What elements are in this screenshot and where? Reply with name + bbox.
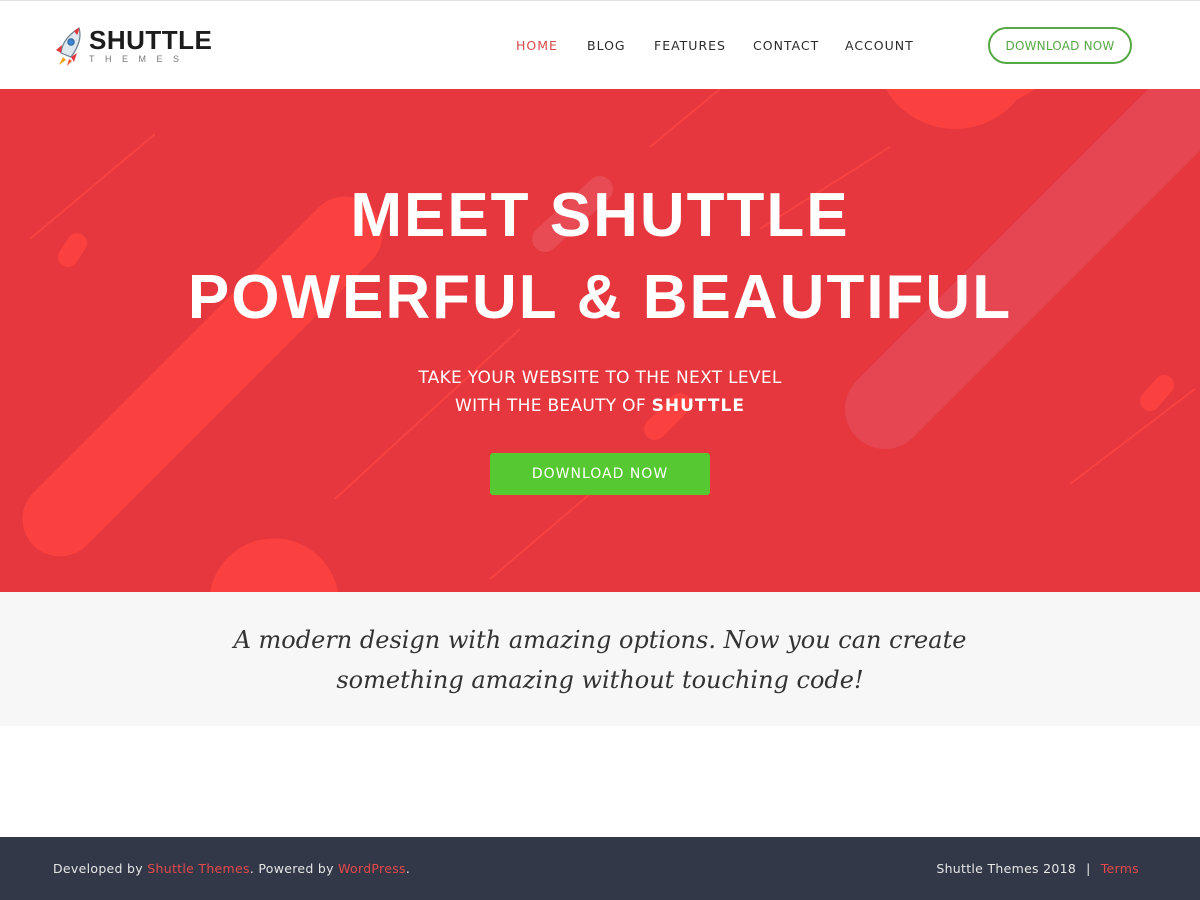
hero-subtitle-line1: TAKE YOUR WEBSITE TO THE NEXT LEVEL (418, 368, 782, 388)
footer-platform-link[interactable]: WordPress (338, 861, 406, 876)
hero-subtitle-line2: WITH THE BEAUTY OF SHUTTLE (0, 392, 1200, 420)
tagline-section: A modern design with amazing options. No… (0, 592, 1200, 726)
hero-title-line1: MEET SHUTTLE (350, 181, 850, 250)
hero-title-line2: POWERFUL & BEAUTIFUL (187, 263, 1013, 332)
footer-developed-by: Developed by (53, 861, 148, 876)
hero-subtitle: TAKE YOUR WEBSITE TO THE NEXT LEVEL WITH… (0, 364, 1200, 420)
nav-item-features[interactable]: FEATURES (654, 38, 726, 54)
tagline-line2: something amazing without touching code! (336, 666, 864, 694)
footer-terms-link[interactable]: Terms (1101, 861, 1139, 876)
footer-powered-by: . Powered by (249, 861, 339, 876)
logo-subtitle: THEMES (89, 54, 190, 64)
nav-item-contact[interactable]: CONTACT (753, 38, 819, 54)
footer-credits: Developed by Shuttle Themes. Powered by … (53, 861, 410, 876)
hero-subtitle-prefix: WITH THE BEAUTY OF (455, 396, 652, 416)
site-header: SHUTTLE THEMES HOME BLOG FEATURES CONTAC… (0, 0, 1200, 89)
tagline-text: A modern design with amazing options. No… (0, 620, 1200, 700)
nav-item-account[interactable]: ACCOUNT (845, 38, 914, 54)
footer-separator: | (1086, 861, 1091, 876)
tagline-line1: A modern design with amazing options. No… (233, 626, 967, 654)
hero-section: MEET SHUTTLE POWERFUL & BEAUTIFUL TAKE Y… (0, 89, 1200, 592)
footer-copyright: Shuttle Themes 2018 (936, 861, 1077, 876)
hero-download-button[interactable]: DOWNLOAD NOW (490, 453, 710, 495)
nav-item-home[interactable]: HOME (516, 38, 558, 54)
footer-developer-link[interactable]: Shuttle Themes (147, 861, 250, 876)
footer-meta: Shuttle Themes 2018 | Terms (936, 861, 1139, 876)
header-download-button[interactable]: DOWNLOAD NOW (988, 27, 1132, 64)
hero-title: MEET SHUTTLE POWERFUL & BEAUTIFUL (0, 175, 1200, 339)
nav-item-blog[interactable]: BLOG (587, 38, 626, 54)
hero-background-shapes (22, 89, 1200, 592)
site-footer: Developed by Shuttle Themes. Powered by … (0, 837, 1200, 900)
hero-subtitle-brand: SHUTTLE (651, 396, 745, 416)
footer-period: . (405, 861, 411, 876)
